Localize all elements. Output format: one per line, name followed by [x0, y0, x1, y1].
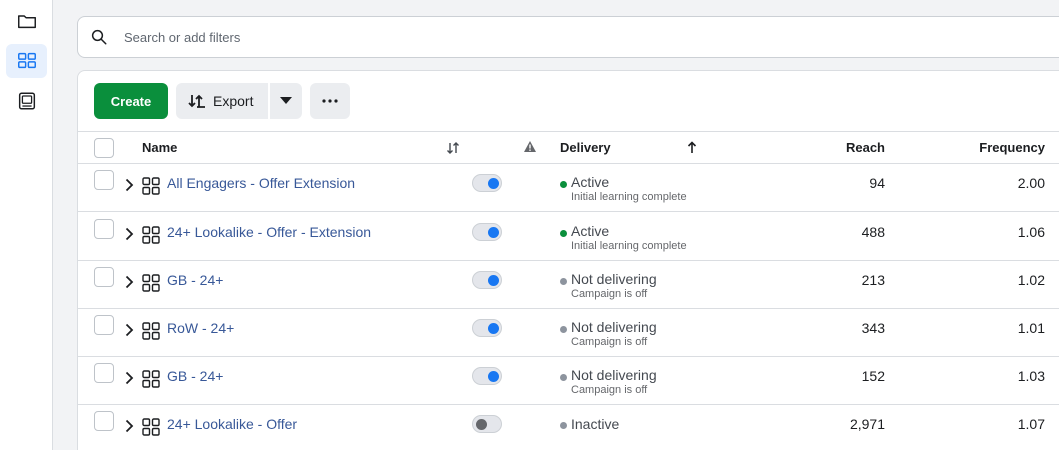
delivery-status-dot	[560, 278, 567, 285]
ad-set-toggle[interactable]	[472, 319, 502, 337]
search-input[interactable]	[124, 29, 824, 45]
more-options-button[interactable]	[310, 83, 350, 119]
delivery-status: Active	[571, 223, 610, 239]
reach-value: 152	[861, 368, 885, 384]
row-checkbox[interactable]	[94, 315, 114, 335]
delivery-status-dot	[560, 422, 567, 429]
ad-set-grid-icon	[142, 226, 160, 244]
delivery-substatus: Campaign is off	[571, 288, 648, 300]
ad-set-name-link[interactable]: GB - 24+	[167, 368, 223, 384]
left-rail	[0, 0, 53, 450]
row-checkbox[interactable]	[94, 363, 114, 383]
export-button[interactable]: Export	[176, 83, 268, 119]
ads-nav-button[interactable]	[6, 84, 47, 118]
name-column-header[interactable]: Name	[142, 140, 177, 155]
reach-value: 2,971	[849, 416, 885, 432]
ad-set-grid-icon	[142, 370, 160, 388]
export-label: Export	[213, 93, 254, 109]
delivery-status-dot	[560, 181, 567, 188]
delivery-status: Not delivering	[571, 271, 657, 287]
toggle-knob	[488, 371, 499, 382]
chevron-right-icon[interactable]	[122, 323, 136, 337]
reach-column-header[interactable]: Reach	[846, 140, 885, 155]
export-dropdown-button[interactable]	[270, 83, 302, 119]
toggle-knob	[488, 323, 499, 334]
sort-icon[interactable]	[446, 142, 460, 154]
ad-icon	[18, 92, 35, 110]
chevron-right-icon[interactable]	[122, 227, 136, 241]
ad-set-toggle[interactable]	[472, 223, 502, 241]
ad-set-toggle[interactable]	[472, 415, 502, 433]
delivery-status: Not delivering	[571, 367, 657, 383]
delivery-substatus: Campaign is off	[571, 336, 648, 348]
frequency-value: 2.00	[1017, 175, 1045, 191]
delivery-status: Active	[571, 174, 610, 190]
row-checkbox[interactable]	[94, 170, 114, 190]
row-checkbox[interactable]	[94, 267, 114, 287]
delivery-substatus: Campaign is off	[571, 384, 648, 396]
select-all-checkbox[interactable]	[94, 138, 114, 158]
ad-set-toggle[interactable]	[472, 367, 502, 385]
table-row[interactable]: All Engagers - Offer Extension Active In…	[78, 164, 1059, 212]
grid-icon	[17, 52, 36, 69]
sort-ascending-arrow-icon[interactable]	[687, 141, 697, 154]
sort-export-icon	[188, 94, 205, 108]
ad-sets-nav-button[interactable]	[6, 44, 47, 78]
toggle-knob	[488, 275, 499, 286]
caret-down-icon	[280, 97, 292, 104]
toggle-knob	[488, 178, 499, 189]
delivery-status-dot	[560, 326, 567, 333]
search-icon	[91, 29, 107, 45]
frequency-value: 1.01	[1017, 320, 1045, 336]
frequency-value: 1.06	[1017, 224, 1045, 240]
table-row[interactable]: RoW - 24+ Not delivering Campaign is off…	[78, 309, 1059, 357]
delivery-column-header[interactable]: Delivery	[560, 140, 611, 155]
delivery-status: Inactive	[571, 416, 620, 432]
frequency-value: 1.07	[1017, 416, 1045, 432]
table-row[interactable]: 24+ Lookalike - Offer - Extension Active…	[78, 213, 1059, 261]
ad-set-name-link[interactable]: 24+ Lookalike - Offer - Extension	[167, 224, 371, 240]
ad-set-name-link[interactable]: GB - 24+	[167, 272, 223, 288]
ad-set-name-link[interactable]: 24+ Lookalike - Offer	[167, 416, 297, 432]
ellipsis-icon	[322, 99, 338, 103]
toggle-knob	[476, 419, 487, 430]
frequency-value: 1.02	[1017, 272, 1045, 288]
warning-icon[interactable]	[523, 140, 537, 153]
reach-value: 343	[861, 320, 885, 336]
reach-value: 213	[861, 272, 885, 288]
table-row[interactable]: 24+ Lookalike - Offer Inactive 2,971 1.0…	[78, 405, 1059, 450]
create-button[interactable]: Create	[94, 83, 168, 119]
table-row[interactable]: GB - 24+ Not delivering Campaign is off …	[78, 357, 1059, 405]
chevron-right-icon[interactable]	[122, 178, 136, 192]
table-header: Name Delivery Reach Frequency	[78, 131, 1059, 164]
chevron-right-icon[interactable]	[122, 371, 136, 385]
delivery-substatus: Initial learning complete	[571, 240, 687, 252]
table-row[interactable]: GB - 24+ Not delivering Campaign is off …	[78, 261, 1059, 309]
ad-set-grid-icon	[142, 418, 160, 436]
ad-set-grid-icon	[142, 274, 160, 292]
delivery-status-dot	[560, 374, 567, 381]
ad-set-toggle[interactable]	[472, 271, 502, 289]
ad-set-toggle[interactable]	[472, 174, 502, 192]
delivery-status-dot	[560, 230, 567, 237]
delivery-substatus: Initial learning complete	[571, 191, 687, 203]
frequency-value: 1.03	[1017, 368, 1045, 384]
chevron-right-icon[interactable]	[122, 275, 136, 289]
row-checkbox[interactable]	[94, 411, 114, 431]
folder-nav-button[interactable]	[6, 4, 47, 38]
folder-icon	[17, 15, 36, 29]
delivery-status: Not delivering	[571, 319, 657, 335]
ad-set-name-link[interactable]: RoW - 24+	[167, 320, 234, 336]
ad-set-grid-icon	[142, 177, 160, 195]
reach-value: 94	[869, 175, 885, 191]
reach-value: 488	[861, 224, 885, 240]
ad-set-grid-icon	[142, 322, 160, 340]
row-checkbox[interactable]	[94, 219, 114, 239]
ad-set-name-link[interactable]: All Engagers - Offer Extension	[167, 175, 355, 191]
ad-sets-panel: Create Export Name Delivery Reach Freque…	[77, 70, 1059, 450]
chevron-right-icon[interactable]	[122, 419, 136, 433]
search-bar[interactable]	[77, 16, 1059, 58]
frequency-column-header[interactable]: Frequency	[979, 140, 1045, 155]
toggle-knob	[488, 227, 499, 238]
